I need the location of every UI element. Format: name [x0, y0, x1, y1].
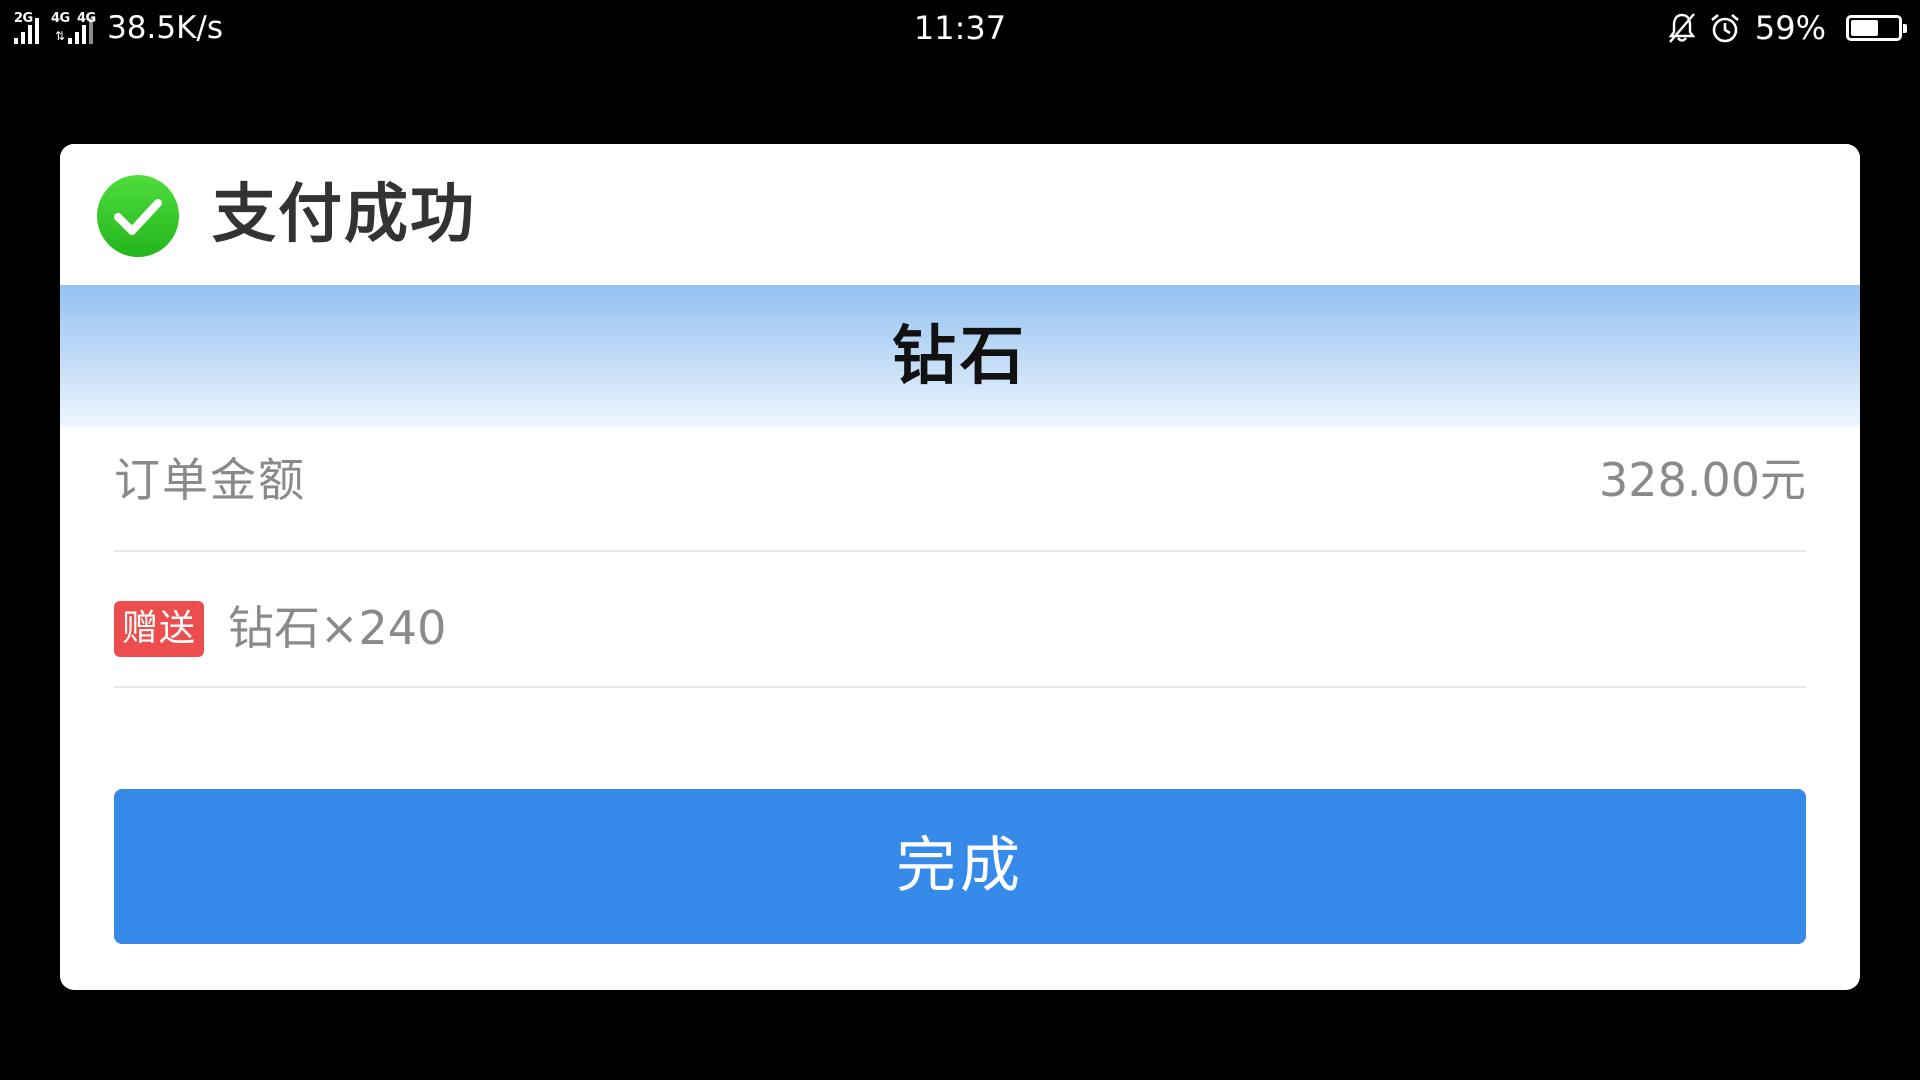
product-name: 钻石: [892, 320, 1028, 394]
status-time: 11:37: [913, 9, 1007, 47]
dialog-title: 支付成功: [212, 178, 476, 252]
battery-percent: 59%: [1754, 9, 1826, 47]
phone-screen: 2G 4G 4G ⇅ 38.5K/s 11:37 59% 支付成功 钻石 订单金…: [0, 0, 1920, 1080]
status-bar-right: 59%: [1667, 8, 1907, 48]
done-button[interactable]: 完成: [114, 789, 1806, 944]
mute-bell-icon: [1668, 13, 1696, 43]
battery-level-fill: [1851, 20, 1878, 36]
order-amount-value: 328.00元: [1599, 453, 1806, 507]
order-amount-row: 订单金额 328.00元: [114, 426, 1806, 552]
status-bar: 2G 4G 4G ⇅ 38.5K/s 11:37 59%: [0, 0, 1920, 58]
success-check-icon: [97, 175, 179, 257]
order-amount-label: 订单金额: [114, 453, 306, 507]
dialog-header: 支付成功: [60, 144, 1860, 285]
payment-success-dialog: 支付成功 钻石 订单金额 328.00元 赠送 钻石×240 完成: [60, 144, 1860, 990]
gift-badge: 赠送: [114, 601, 204, 657]
alarm-icon: [1711, 14, 1739, 43]
gift-text: 钻石×240: [228, 601, 447, 655]
product-banner: 钻石: [60, 285, 1860, 426]
gift-row: 赠送 钻石×240: [114, 552, 1806, 688]
battery-icon: [1846, 15, 1907, 41]
